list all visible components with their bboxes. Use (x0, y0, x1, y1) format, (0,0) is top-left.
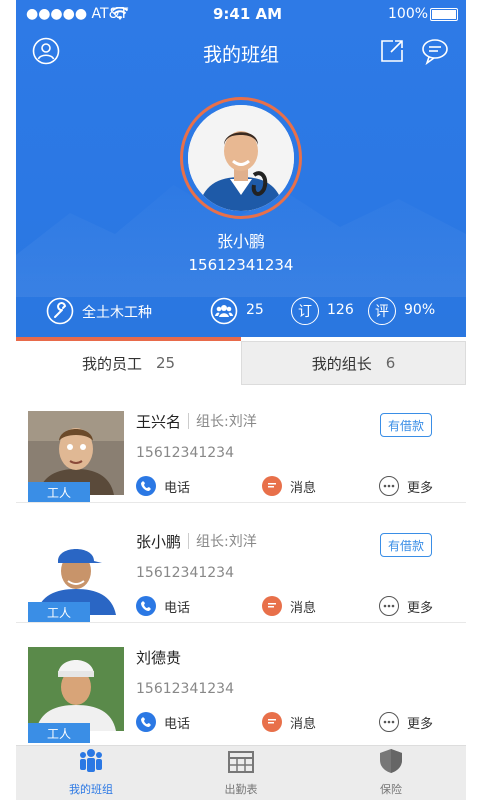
chat-icon[interactable] (421, 37, 449, 69)
tab-label: 出勤表 (224, 783, 258, 796)
divider (188, 413, 189, 429)
employee-phone: 15612341234 (136, 565, 234, 581)
tab-label: 我的组长 (311, 354, 372, 373)
tab-label: 我的员工 (81, 354, 142, 373)
call-label: 电话 (164, 600, 191, 616)
employee-leader: 组长:刘洋 (196, 414, 257, 430)
message-label: 消息 (290, 600, 317, 616)
battery-icon (430, 8, 458, 21)
tab-count: 25 (155, 354, 176, 372)
employee-leader: 组长:刘洋 (196, 534, 257, 550)
call-button[interactable]: 电话 (136, 711, 190, 733)
tab-my-employees[interactable]: 我的员工 25 (16, 341, 241, 385)
orders-icon: 订 (291, 297, 319, 325)
members-count: 25 (246, 302, 264, 318)
employee-phone: 15612341234 (136, 681, 234, 697)
more-label: 更多 (407, 600, 434, 616)
tab-my-leaders[interactable]: 我的组长 6 (241, 341, 466, 385)
employee-name: 王兴名 (136, 413, 182, 431)
role-badge: 工人 (28, 602, 90, 622)
profile-name: 张小鹏 (216, 232, 265, 251)
more-icon (379, 476, 399, 496)
team-icon (77, 748, 105, 781)
shield-icon (379, 748, 403, 781)
members-icon (210, 297, 238, 329)
profile-phone: 15612341234 (188, 256, 294, 274)
message-button[interactable]: 消息 (262, 711, 316, 733)
employee-name: 刘德贵 (136, 649, 182, 667)
tab-label: 我的班组 (69, 783, 113, 796)
wrench-icon (46, 297, 74, 329)
role-badge: 工人 (28, 482, 90, 502)
clock: 9:41 AM (213, 5, 283, 23)
call-button[interactable]: 电话 (136, 595, 190, 617)
list-item[interactable]: 工人 张小鹏 组长:刘洋 15612341234 有借款 电话 消息 更多 (16, 505, 466, 623)
calendar-icon (228, 750, 254, 781)
message-icon (262, 712, 282, 732)
phone-icon (136, 476, 156, 496)
employee-name: 张小鹏 (136, 533, 182, 551)
phone-icon (136, 712, 156, 732)
more-button[interactable]: 更多 (379, 475, 433, 497)
phone-icon (136, 596, 156, 616)
share-icon[interactable] (379, 38, 405, 68)
tab-count: 6 (385, 354, 396, 372)
message-button[interactable]: 消息 (262, 595, 316, 617)
loan-badge[interactable]: 有借款 (380, 533, 432, 557)
message-label: 消息 (290, 480, 317, 496)
more-button[interactable]: 更多 (379, 595, 433, 617)
bottom-tab-bar: 我的班组 出勤表 保险 (16, 745, 466, 800)
call-button[interactable]: 电话 (136, 475, 190, 497)
more-button[interactable]: 更多 (379, 711, 433, 733)
message-label: 消息 (290, 716, 317, 732)
more-icon (379, 712, 399, 732)
orders-count: 126 (327, 302, 354, 318)
battery-percent: 100% (388, 6, 429, 22)
avatar[interactable] (180, 97, 302, 219)
tab-bar-top: 我的员工 25 我的组长 6 (16, 341, 466, 385)
employee-photo (28, 647, 124, 731)
tab-insurance[interactable]: 保险 (316, 746, 466, 800)
list-item[interactable]: 工人 刘德贵 15612341234 电话 消息 更多 (16, 625, 466, 743)
call-label: 电话 (164, 716, 191, 732)
more-label: 更多 (407, 716, 434, 732)
rating-icon: 评 (368, 297, 396, 325)
divider (188, 533, 189, 549)
tab-label: 保险 (380, 783, 402, 796)
more-icon (379, 596, 399, 616)
rating-value: 90% (404, 302, 436, 318)
trade-label: 全土木工种 (82, 305, 152, 321)
call-label: 电话 (164, 480, 191, 496)
role-badge: 工人 (28, 723, 90, 743)
more-label: 更多 (407, 480, 434, 496)
employee-phone: 15612341234 (136, 445, 234, 461)
tab-attendance[interactable]: 出勤表 (166, 746, 316, 800)
status-bar: ●●●●● AT&T 9:41 AM 100% (16, 0, 466, 30)
loan-badge[interactable]: 有借款 (380, 413, 432, 437)
list-item[interactable]: 工人 王兴名 组长:刘洋 15612341234 有借款 电话 消息 更多 (16, 385, 466, 503)
tab-my-team[interactable]: 我的班组 (16, 746, 166, 800)
wifi-icon (111, 6, 129, 25)
message-button[interactable]: 消息 (262, 475, 316, 497)
message-icon (262, 476, 282, 496)
message-icon (262, 596, 282, 616)
